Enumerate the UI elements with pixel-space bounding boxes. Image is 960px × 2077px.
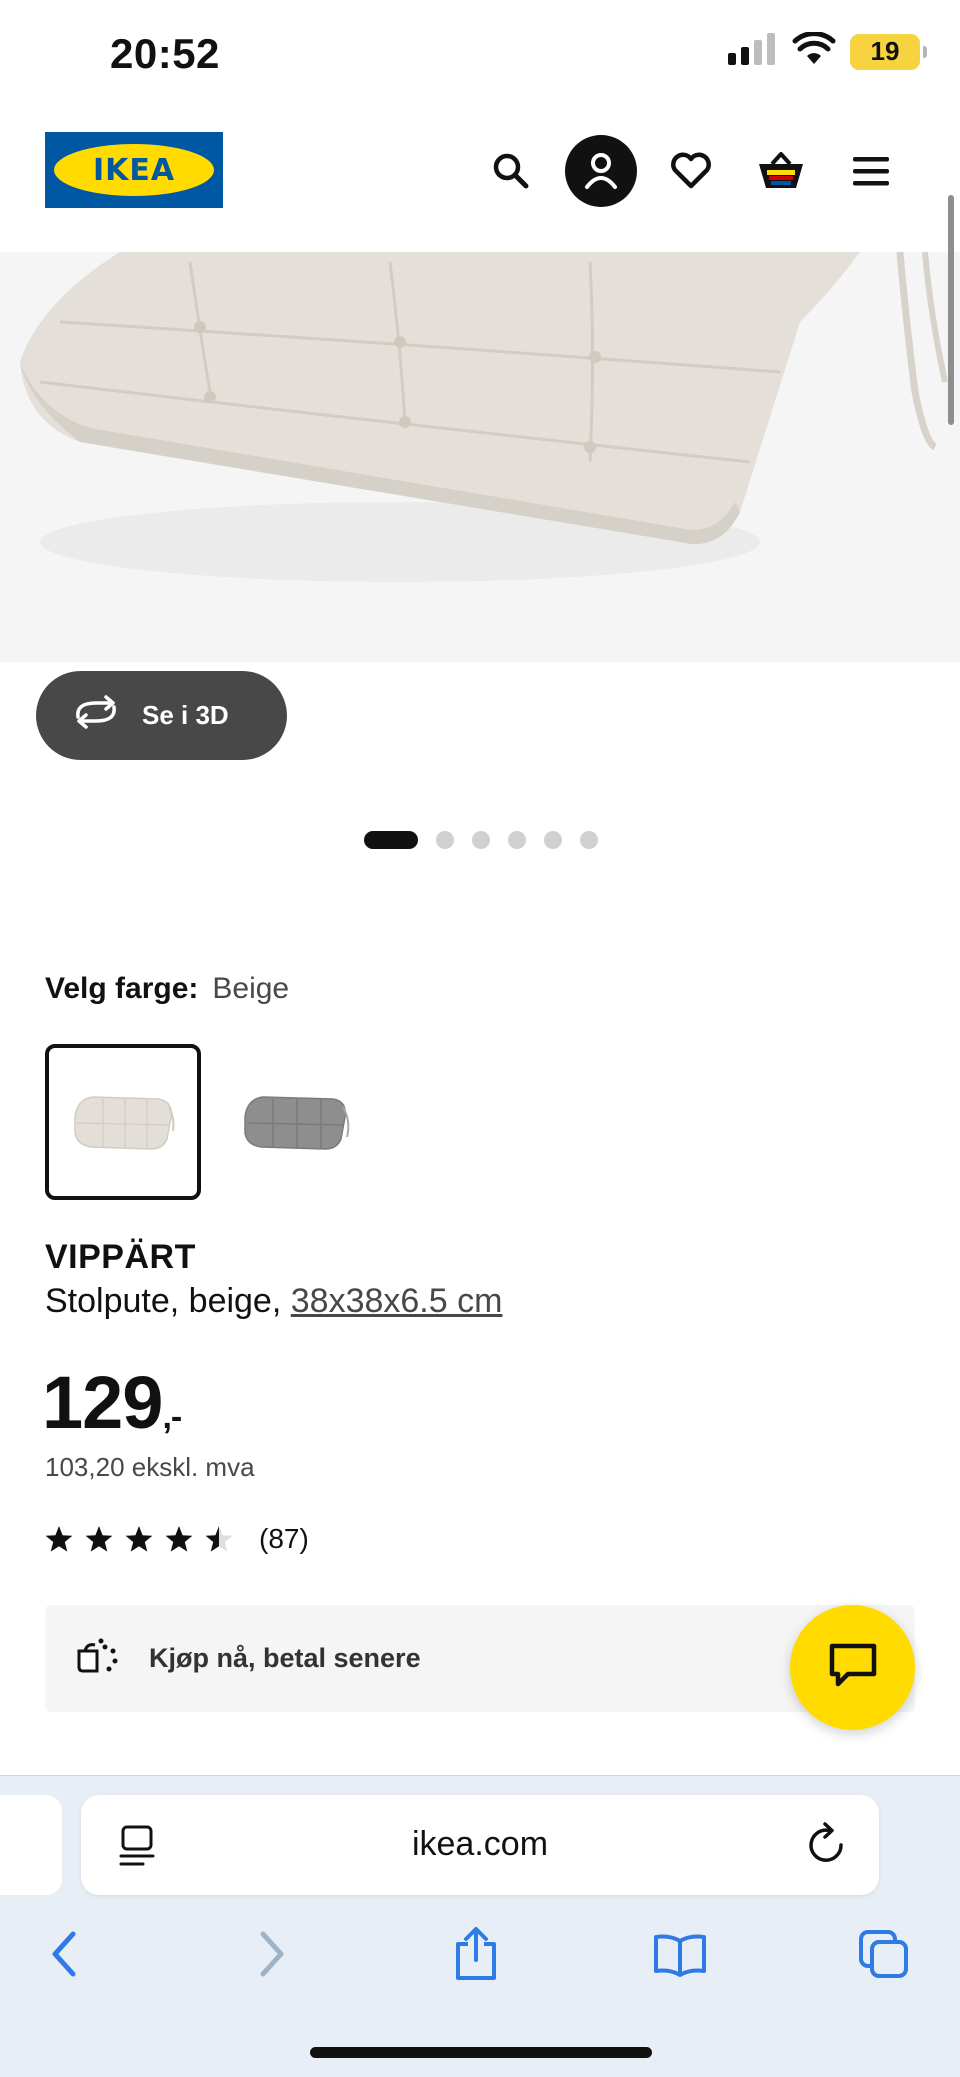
price-suffix: ,-: [162, 1398, 182, 1436]
price-ex-vat: 103,20 ekskl. mva: [45, 1452, 255, 1482]
basket-icon[interactable]: [745, 135, 817, 207]
share-icon[interactable]: [444, 1922, 508, 1986]
carousel-dot[interactable]: [508, 831, 526, 849]
product-image[interactable]: [0, 252, 960, 662]
product-description: Stolpute, beige, 38x38x6.5 cm: [45, 1282, 502, 1321]
reload-icon[interactable]: [805, 1821, 849, 1872]
chat-bubble-icon: [828, 1642, 878, 1693]
carousel-dot[interactable]: [580, 831, 598, 849]
status-time: 20:52: [110, 30, 220, 77]
carousel-dots: [364, 831, 598, 849]
swatch-beige[interactable]: [45, 1044, 201, 1200]
product-dimensions-link[interactable]: 38x38x6.5 cm: [291, 1282, 503, 1320]
carousel-dot[interactable]: [364, 831, 418, 849]
view-3d-label: Se i 3D: [142, 700, 229, 730]
heart-icon[interactable]: [655, 135, 727, 207]
price: 129,-: [42, 1360, 182, 1445]
carousel-dot[interactable]: [436, 831, 454, 849]
site-header: IKEA: [0, 110, 960, 252]
menu-icon[interactable]: [835, 135, 907, 207]
page-scrollbar[interactable]: [948, 195, 954, 425]
carousel-dot[interactable]: [544, 831, 562, 849]
battery-indicator: 19: [850, 33, 927, 70]
url-text: ikea.com: [411, 1825, 549, 1863]
signal-icon: [728, 33, 778, 70]
forward-icon[interactable]: [240, 1922, 304, 1986]
review-count: (87): [259, 1523, 309, 1554]
rating-stars: [45, 1526, 233, 1552]
hand-coins-icon: [75, 1637, 121, 1680]
search-icon[interactable]: [475, 135, 547, 207]
view-3d-button[interactable]: Se i 3D: [36, 671, 287, 760]
color-label: Velg farge:: [45, 972, 199, 1005]
logo-text: IKEA: [54, 144, 214, 196]
carousel-dot[interactable]: [472, 831, 490, 849]
swatch-grey[interactable]: [220, 1044, 376, 1200]
product-name: VIPPÄRT: [45, 1238, 196, 1276]
rating[interactable]: (87): [45, 1523, 309, 1555]
tabs-icon[interactable]: [852, 1922, 916, 1986]
rotate-3d-icon: [72, 695, 120, 736]
browser-chrome: ikea.com: [0, 1775, 960, 2077]
bookmarks-icon[interactable]: [648, 1922, 712, 1986]
color-value: Beige: [212, 972, 290, 1005]
bnpl-label: Kjøp nå, betal senere: [149, 1643, 421, 1673]
status-icons: 19: [728, 31, 927, 71]
chat-button[interactable]: [790, 1605, 915, 1730]
previous-tab-peek[interactable]: [0, 1795, 62, 1895]
color-picker-heading: Velg farge: Beige: [45, 972, 289, 1006]
ikea-logo[interactable]: IKEA: [45, 132, 223, 208]
wifi-icon: [792, 31, 836, 71]
back-icon[interactable]: [32, 1922, 96, 1986]
address-bar[interactable]: ikea.com: [81, 1795, 879, 1895]
product-desc-text: Stolpute, beige,: [45, 1282, 291, 1320]
buy-now-pay-later-banner[interactable]: Kjøp nå, betal senere: [45, 1605, 915, 1712]
page: 20:52 19 IKEA Se i 3D Velg farge: Beige …: [0, 0, 960, 2077]
user-icon[interactable]: [565, 135, 637, 207]
price-main: 129: [42, 1361, 163, 1444]
home-indicator[interactable]: [310, 2047, 652, 2058]
